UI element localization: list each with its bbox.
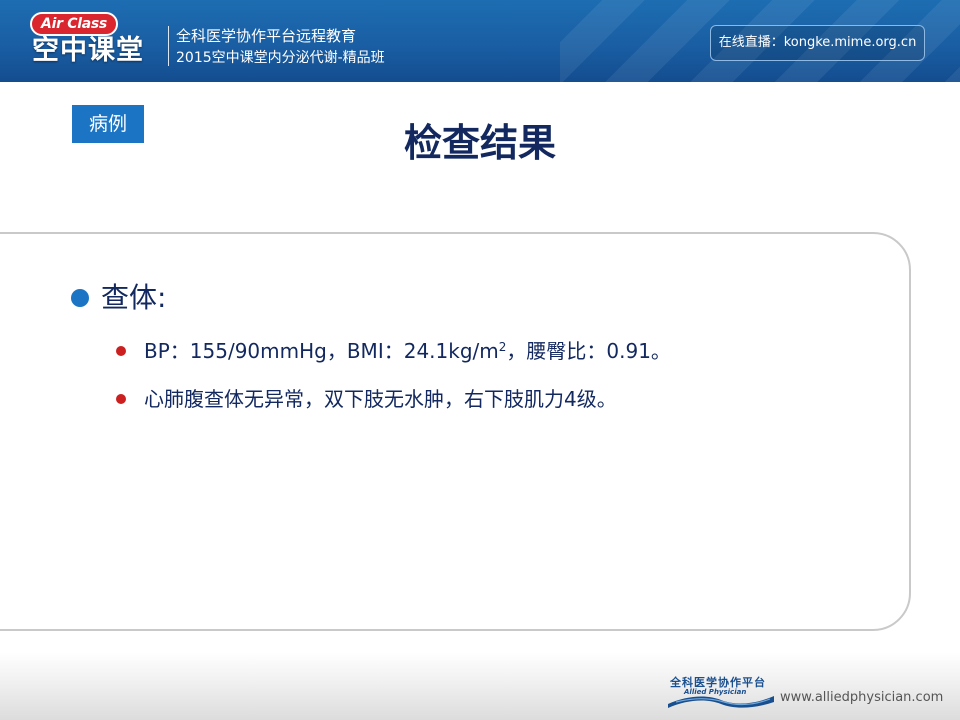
slide-title: 检查结果 [403, 121, 556, 165]
list-item-text: BP：155/90mmHg，BMI：24.1kg/m2，腰臀比：0.91。 [144, 336, 671, 366]
main-bullet-text: 查体: [101, 281, 167, 314]
footer-url[interactable]: www.alliedphysician.com [780, 689, 943, 707]
header-platform-title: 全科医学协作平台远程教育 [176, 27, 357, 45]
air-class-logo: Air Class [30, 12, 118, 36]
vitals-text-end: ，腰臀比：0.91。 [506, 339, 671, 363]
red-bullet-icon [116, 394, 126, 404]
header-divider [168, 26, 169, 66]
list-item-text: 心肺腹查体无异常，双下肢无水肿，右下肢肌力4级。 [144, 387, 617, 411]
case-tag: 病例 [72, 105, 144, 143]
live-stream-link[interactable]: 在线直播：kongke.mime.org.cn [710, 25, 925, 61]
footer-bar [0, 652, 960, 720]
air-class-logo-cn: 空中课堂 [32, 35, 144, 66]
blue-bullet-icon [71, 289, 89, 307]
red-bullet-icon [116, 346, 126, 356]
header-course-title: 2015空中课堂内分泌代谢-精品班 [176, 50, 385, 66]
vitals-text: BP：155/90mmHg，BMI：24.1kg/m [144, 339, 499, 363]
header-banner: Air Class 空中课堂 全科医学协作平台远程教育 2015空中课堂内分泌代… [0, 0, 960, 82]
footer-logo-mark-icon [668, 696, 774, 708]
